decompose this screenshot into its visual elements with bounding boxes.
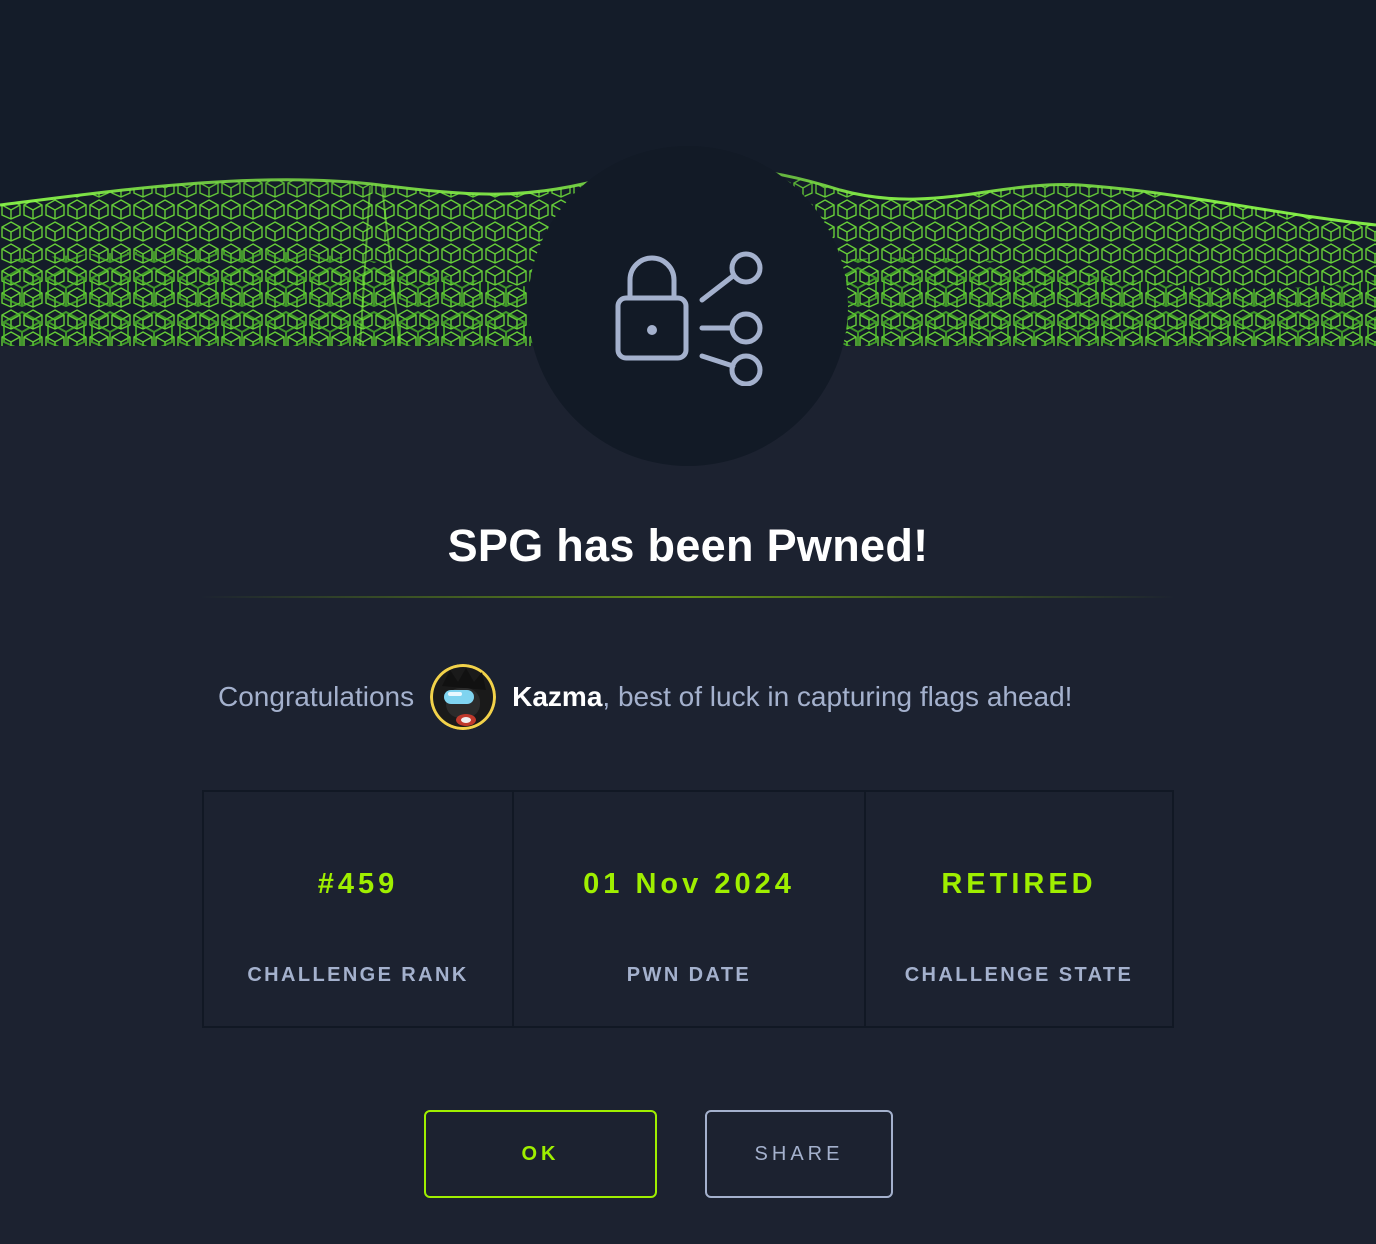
page-title: SPG has been Pwned!: [447, 520, 929, 571]
challenge-icon-circle: [528, 146, 848, 466]
pwned-dialog: SPG has been Pwned! Congratulations Kazm…: [0, 0, 1376, 1244]
congrats-suffix: , best of luck in capturing flags ahead!: [602, 681, 1073, 712]
avatar: [430, 664, 497, 730]
stats-panel: #459 CHALLENGE RANK 01 Nov 2024 PWN DATE…: [202, 790, 1174, 1028]
challenge-rank-value: #459: [317, 868, 399, 900]
stat-pwn-date: 01 Nov 2024 PWN DATE: [512, 792, 864, 1026]
share-button[interactable]: SHARE: [705, 1110, 893, 1198]
stat-challenge-state: RETIRED CHALLENGE STATE: [864, 792, 1172, 1026]
congrats-prefix: Congratulations: [218, 681, 415, 712]
challenge-state-label: CHALLENGE STATE: [904, 964, 1134, 986]
stat-challenge-rank: #459 CHALLENGE RANK: [204, 792, 512, 1026]
challenge-rank-label: CHALLENGE RANK: [247, 964, 469, 986]
user-avatar-icon: [430, 664, 497, 730]
pwn-date-label: PWN DATE: [626, 964, 752, 986]
title-divider: [200, 596, 1176, 598]
pwn-date-value: 01 Nov 2024: [583, 868, 795, 900]
congratulations-message: Congratulations Kazma , best of luck in …: [218, 662, 1072, 732]
username: Kazma: [512, 681, 603, 712]
ok-button[interactable]: OK: [424, 1110, 657, 1198]
challenge-state-value: RETIRED: [941, 868, 1097, 900]
lock-share-icon: [615, 251, 763, 386]
